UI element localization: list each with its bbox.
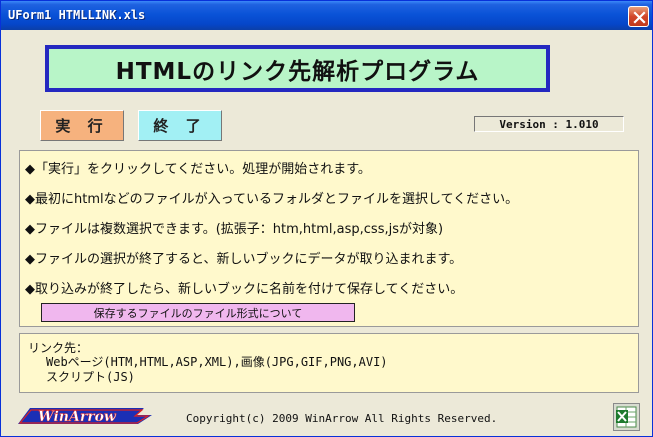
title-bar[interactable]: UForm1 HTMLLINK.xls <box>1 1 652 30</box>
program-banner: HTMLのリンク先解析プログラム <box>45 45 550 92</box>
form-body: HTMLのリンク先解析プログラム 実 行 終 了 Version : 1.010… <box>4 31 649 435</box>
instruction-line: ◆「実行」をクリックしてください。処理が開始されます。 <box>25 162 371 177</box>
instruction-line: ◆取り込みが終了したら、新しいブックに名前を付けて保存してください。 <box>25 282 464 297</box>
version-label: Version : 1.010 <box>474 116 624 132</box>
application-window: UForm1 HTMLLINK.xls HTMLのリンク先解析プログラム 実 行… <box>0 0 653 437</box>
quit-button[interactable]: 終 了 <box>138 110 222 141</box>
link-targets-panel: リンク先： Webページ(HTM,HTML,ASP,XML),画像(JPG,GI… <box>19 333 639 393</box>
instruction-line: ◆最初にhtmlなどのファイルが入っているフォルダとファイルを選択してください。 <box>25 192 519 207</box>
close-button[interactable] <box>628 6 649 27</box>
instruction-line: ◆ファイルは複数選択できます。(拡張子：htm,html,asp,css,jsが… <box>25 222 444 237</box>
copyright-text: Copyright(c) 2009 WinArrow All Rights Re… <box>186 412 498 425</box>
file-format-info-button[interactable]: 保存するファイルのファイル形式について <box>41 303 355 322</box>
excel-icon[interactable] <box>613 403 640 431</box>
instructions-panel: ◆「実行」をクリックしてください。処理が開始されます。 ◆最初にhtmlなどのフ… <box>19 150 639 327</box>
close-icon <box>633 11 646 24</box>
link-targets-script: スクリプト(JS) <box>46 370 135 384</box>
window-title: UForm1 HTMLLINK.xls <box>8 8 146 22</box>
instruction-line: ◆ファイルの選択が終了すると、新しいブックにデータが取り込まれます。 <box>25 252 463 267</box>
program-title: HTMLのリンク先解析プログラム <box>49 49 546 88</box>
svg-text:WinArrow: WinArrow <box>38 409 117 425</box>
winarrow-logo: WinArrow <box>18 408 152 425</box>
run-button[interactable]: 実 行 <box>40 110 124 141</box>
